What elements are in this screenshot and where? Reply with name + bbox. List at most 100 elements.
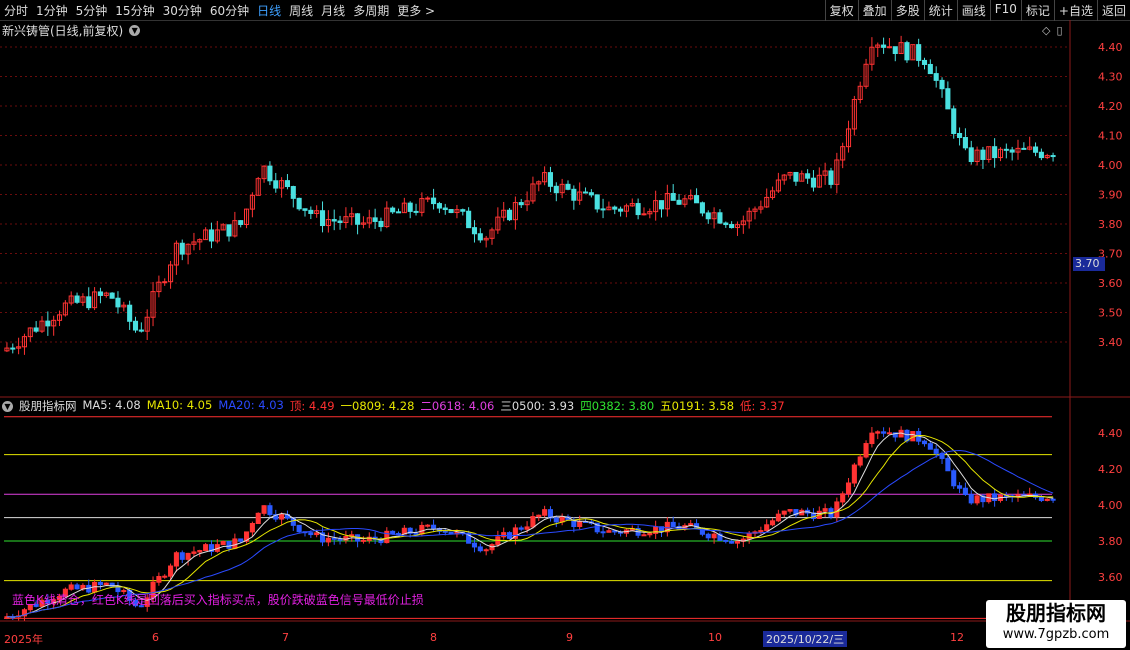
candle-body <box>308 209 314 214</box>
indicator-candle-body <box>103 582 109 586</box>
indicator-candle-body <box>553 517 559 523</box>
candle-body <box>518 202 524 206</box>
candle-body <box>1038 151 1044 159</box>
candle-body <box>413 210 419 213</box>
indicator-candle-body <box>775 513 781 522</box>
indicator-candle-body <box>261 505 267 514</box>
toolbar-button-8[interactable]: 返回 <box>1096 0 1130 21</box>
candle-body <box>933 73 939 81</box>
candle-body <box>635 203 641 216</box>
period-tab-7[interactable]: 周线 <box>289 2 313 19</box>
candle-body <box>226 224 232 237</box>
period-tabs: 分时 1分钟 5分钟 15分钟 30分钟 60分钟 日线 周线 月线 多周期 更多 > <box>4 2 435 19</box>
date-tick: 2025年 <box>4 633 43 646</box>
candle-body <box>284 180 291 188</box>
period-tab-2[interactable]: 5分钟 <box>76 2 108 19</box>
ma-line-10 <box>6 434 1054 618</box>
indicator-candle-body <box>845 482 852 495</box>
indicator-candle-body <box>927 443 933 450</box>
date-tick: 8 <box>430 631 437 644</box>
toolbar-button-5[interactable]: F10 <box>989 0 1021 21</box>
indicator-candle-body <box>331 537 337 540</box>
indicator-candle-body <box>764 524 770 532</box>
candle-body <box>395 211 402 214</box>
candle-body <box>372 217 378 222</box>
period-tab-8[interactable]: 月线 <box>321 2 345 19</box>
price-axis-label: 4.10 <box>1098 130 1123 143</box>
candle-body <box>904 42 910 61</box>
price-axis-label: 4.40 <box>1098 41 1123 54</box>
indicator-candle-body <box>705 533 711 539</box>
candle-body <box>97 291 103 296</box>
candle-body <box>460 209 466 212</box>
candle-body <box>547 172 554 187</box>
indicator-candle-body <box>68 584 74 590</box>
toolbar-button-6[interactable]: 标记 <box>1020 0 1054 21</box>
indicator-candle-body <box>647 532 653 536</box>
indicator-candle-body <box>431 524 437 530</box>
indicator-candle-body <box>746 532 752 540</box>
toolbar-button-4[interactable]: 画线 <box>956 0 990 21</box>
price-axis-label: 3.60 <box>1098 277 1123 290</box>
candle-body <box>290 186 296 199</box>
indicator-candle-body <box>308 532 314 536</box>
toolbar-button-2[interactable]: 多股 <box>890 0 924 21</box>
candle-body <box>431 197 437 205</box>
price-axis-label: 3.80 <box>1098 218 1123 231</box>
candle-body <box>553 185 559 194</box>
price-axis-label: 4.30 <box>1098 71 1123 84</box>
period-tab-9[interactable]: 多周期 <box>353 2 389 19</box>
candle-body <box>886 46 892 49</box>
indicator-candle-body <box>337 538 343 541</box>
indicator-candle-body <box>471 542 478 548</box>
period-tab-10[interactable]: 更多 > <box>397 2 435 19</box>
candle-body <box>705 212 711 220</box>
indicator-candle-body <box>425 524 431 527</box>
candle-body <box>921 59 928 65</box>
toolbar-button-0[interactable]: 复权 <box>824 0 858 21</box>
period-tab-1[interactable]: 1分钟 <box>36 2 68 19</box>
candle-body <box>618 208 624 212</box>
indicator-candle-body <box>542 509 548 516</box>
period-tab-0[interactable]: 分时 <box>4 2 28 19</box>
candle-body <box>729 224 735 229</box>
candle-body <box>208 229 215 242</box>
indicator-candle-body <box>834 501 840 518</box>
candle-body <box>980 149 986 160</box>
period-tab-6[interactable]: 日线 <box>257 2 281 19</box>
indicator-axis-label: 4.20 <box>1098 463 1123 476</box>
price-axis-label: 3.50 <box>1098 307 1123 320</box>
candle-body <box>127 304 133 322</box>
candle-body <box>588 192 594 196</box>
candle-body <box>892 46 898 55</box>
period-tab-5[interactable]: 60分钟 <box>210 2 249 19</box>
indicator-candle-body <box>536 514 542 518</box>
indicator-candle-body <box>653 526 659 534</box>
candle-body <box>238 220 244 225</box>
indicator-candle-body <box>1044 498 1050 501</box>
indicator-candle-body <box>360 539 366 542</box>
indicator-candle-body <box>863 443 869 458</box>
candle-body <box>132 320 139 331</box>
candle-body <box>1009 149 1015 153</box>
indicator-candle-body <box>600 531 606 534</box>
toolbar-button-7[interactable]: +自选 <box>1053 0 1097 21</box>
indicator-candle-body <box>255 512 261 525</box>
candle-body <box>676 199 682 205</box>
date-tick: 9 <box>566 631 573 644</box>
indicator-candle-body <box>962 487 968 496</box>
price-axis-label: 4.00 <box>1098 159 1123 172</box>
candle-body <box>109 292 115 299</box>
toolbar-button-1[interactable]: 叠加 <box>857 0 891 21</box>
indicator-candle-body <box>395 533 402 536</box>
period-tab-3[interactable]: 15分钟 <box>115 2 154 19</box>
candle-body <box>162 281 168 284</box>
indicator-candle-body <box>249 523 255 533</box>
candle-body <box>273 180 279 189</box>
candle-body <box>355 213 361 225</box>
toolbar-button-3[interactable]: 统计 <box>923 0 957 21</box>
period-tab-4[interactable]: 30分钟 <box>163 2 202 19</box>
indicator-candle-body <box>74 584 80 590</box>
current-price-tag: 3.70 <box>1073 257 1105 271</box>
candle-body <box>881 44 887 48</box>
